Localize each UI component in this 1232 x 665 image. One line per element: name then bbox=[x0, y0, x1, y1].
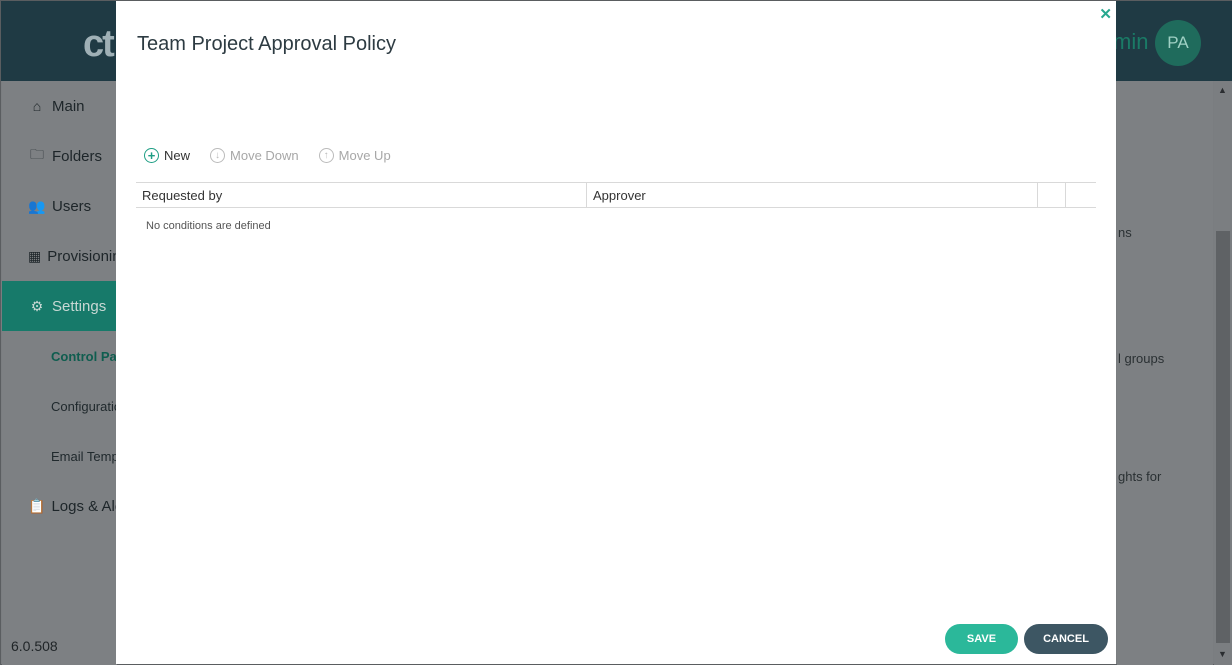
move-up-button[interactable]: ↑ Move Up bbox=[318, 148, 391, 163]
folders-icon: 🗀 bbox=[30, 146, 44, 162]
page-scrollbar[interactable]: ▲ ▼ bbox=[1214, 81, 1232, 665]
new-button-label: New bbox=[164, 148, 191, 163]
approval-policy-dialog: ✕ Team Project Approval Policy + New ↓ M… bbox=[116, 1, 1116, 664]
sidebar-item-main[interactable]: ⌂ Main bbox=[2, 81, 117, 131]
gear-icon: ⚙ bbox=[30, 297, 44, 314]
column-header-approver[interactable]: Approver bbox=[587, 183, 1038, 207]
grid-header: Requested by Approver bbox=[136, 182, 1096, 208]
column-header-requested-by[interactable]: Requested by bbox=[136, 183, 587, 207]
scroll-up-arrow-icon[interactable]: ▲ bbox=[1218, 85, 1227, 95]
arrow-up-circle-icon: ↑ bbox=[318, 148, 334, 163]
sidebar-item-folders[interactable]: 🗀 Folders bbox=[2, 131, 117, 181]
sidebar-item-label: Logs & Alerts bbox=[51, 497, 117, 515]
home-icon: ⌂ bbox=[32, 98, 42, 114]
grid-empty-message: No conditions are defined bbox=[146, 220, 271, 232]
background-content: ns l groups ghts for bbox=[1117, 81, 1213, 665]
plus-circle-icon: + bbox=[144, 148, 159, 163]
users-icon: 👥 bbox=[28, 197, 46, 214]
save-button[interactable]: SAVE bbox=[945, 624, 1018, 654]
new-button[interactable]: + New bbox=[144, 148, 190, 163]
background-text: ns bbox=[1118, 225, 1132, 240]
column-header-action bbox=[1066, 183, 1096, 207]
grid-toolbar: + New ↓ Move Down ↑ Move Up bbox=[144, 148, 411, 163]
cancel-button[interactable]: CANCEL bbox=[1024, 624, 1108, 654]
app-version: 6.0.508 bbox=[11, 638, 58, 654]
move-down-button-label: Move Down bbox=[230, 148, 299, 163]
sidebar-item-settings[interactable]: ⚙ Settings bbox=[2, 281, 117, 331]
move-up-button-label: Move Up bbox=[338, 148, 391, 163]
background-text: l groups bbox=[1118, 351, 1165, 366]
sidebar-item-label: Folders bbox=[52, 147, 103, 165]
clipboard-icon: 📋 bbox=[28, 497, 46, 514]
scroll-thumb[interactable] bbox=[1216, 231, 1230, 643]
sidebar-subitem-configuration[interactable]: Configuration bbox=[51, 399, 117, 414]
sidebar-item-logs-alerts[interactable]: 📋 Logs & Alerts bbox=[2, 481, 117, 531]
provisioning-icon: ▦ bbox=[28, 247, 42, 264]
scroll-down-arrow-icon[interactable]: ▼ bbox=[1218, 649, 1227, 659]
sidebar-item-label: Provisioning bbox=[47, 247, 117, 265]
sidebar-item-label: Users bbox=[52, 197, 92, 215]
sidebar-subitem-control-panel[interactable]: Control Panel bbox=[51, 349, 117, 364]
move-down-button[interactable]: ↓ Move Down bbox=[210, 148, 299, 163]
sidebar: ⌂ Main 🗀 Folders 👥 Users ▦ Provisioning … bbox=[2, 81, 117, 665]
sidebar-item-label: Main bbox=[52, 97, 85, 115]
arrow-down-circle-icon: ↓ bbox=[210, 148, 226, 163]
column-header-action bbox=[1038, 183, 1066, 207]
sidebar-subitem-email-templates[interactable]: Email Templates bbox=[51, 449, 117, 464]
app-logo: ct bbox=[83, 23, 115, 65]
sidebar-item-provisioning[interactable]: ▦ Provisioning bbox=[2, 231, 117, 281]
sidebar-item-label: Settings bbox=[52, 297, 107, 315]
conditions-grid: Requested by Approver No conditions are … bbox=[136, 182, 1096, 232]
sidebar-item-users[interactable]: 👥 Users bbox=[2, 181, 117, 231]
background-text: ghts for bbox=[1118, 469, 1162, 484]
dialog-title: Team Project Approval Policy bbox=[137, 33, 397, 55]
user-name: min bbox=[1113, 29, 1149, 54]
close-icon[interactable]: ✕ bbox=[1099, 5, 1112, 23]
user-avatar[interactable]: PA bbox=[1155, 20, 1201, 66]
